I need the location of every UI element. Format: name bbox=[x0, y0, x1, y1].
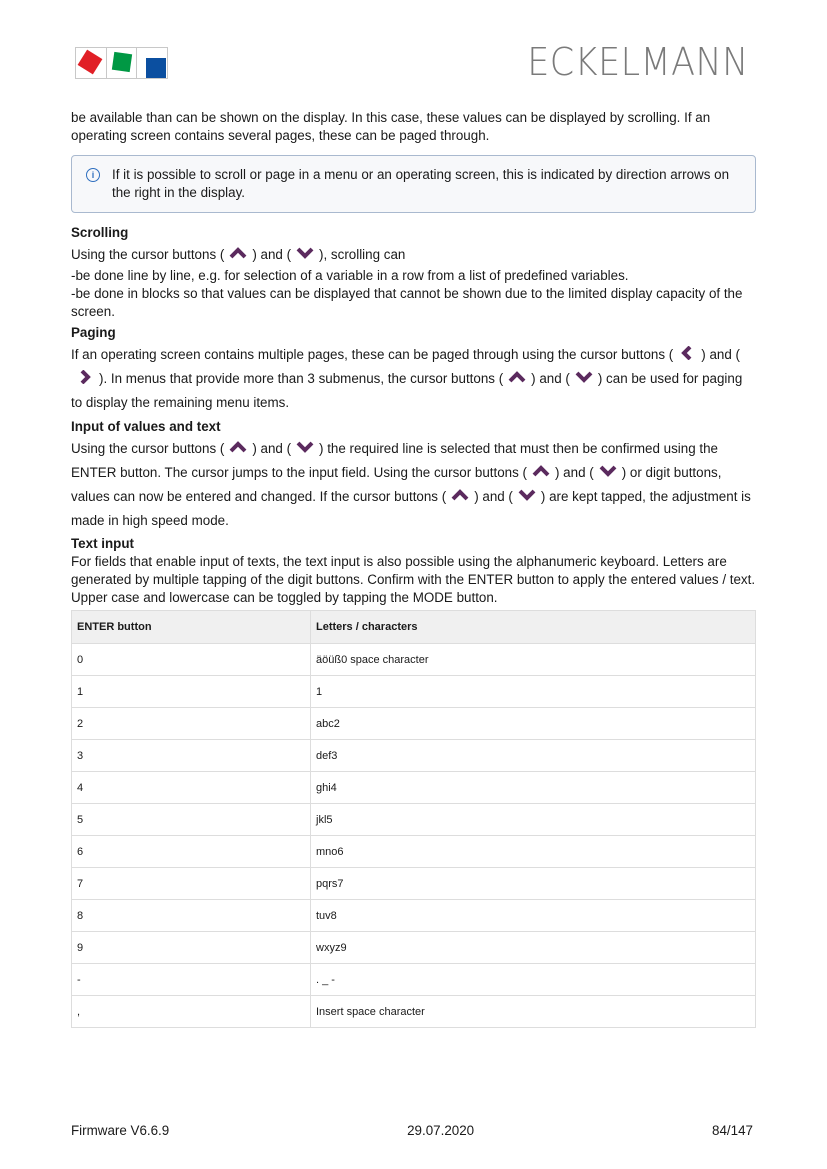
paging-paragraph: If an operating screen contains multiple… bbox=[71, 343, 756, 415]
cell-enter-button: 5 bbox=[71, 803, 311, 836]
table-row: 0 äöüß0 space character bbox=[71, 643, 756, 676]
footer-date: 29.07.2020 bbox=[407, 1123, 475, 1138]
heading-text-input: Text input bbox=[71, 536, 134, 551]
arrow-right-icon bbox=[74, 368, 96, 386]
arrow-up-icon bbox=[227, 244, 249, 262]
text-input-paragraph: For fields that enable input of texts, t… bbox=[71, 554, 756, 605]
cell-characters: 1 bbox=[310, 675, 756, 708]
input-paragraph: Using the cursor buttons () and () the r… bbox=[71, 437, 756, 533]
cell-enter-button: - bbox=[71, 963, 311, 996]
text: ) and ( bbox=[531, 371, 570, 386]
cell-enter-button: 4 bbox=[71, 771, 311, 804]
arrow-up-icon bbox=[449, 486, 471, 504]
text: Using the cursor buttons ( bbox=[71, 247, 225, 262]
table-row: 6 mno6 bbox=[71, 835, 756, 868]
heading-input-values: Input of values and text bbox=[71, 419, 221, 434]
scrolling-line-2: -be done line by line, e.g. for selectio… bbox=[71, 268, 629, 283]
character-table: ENTER button Letters / characters 0 äöüß0… bbox=[71, 610, 756, 1028]
cell-characters: äöüß0 space character bbox=[310, 643, 756, 676]
company-logo bbox=[75, 47, 168, 79]
text: ) bbox=[701, 347, 706, 362]
info-note: i If it is possible to scroll or page in… bbox=[71, 155, 756, 213]
text: ), scrolling can bbox=[319, 247, 406, 262]
text: ) and ( bbox=[474, 489, 513, 504]
cell-characters: jkl5 bbox=[310, 803, 756, 836]
intro-paragraph: be available than can be shown on the di… bbox=[71, 110, 711, 143]
logo-green-square bbox=[107, 48, 138, 78]
cell-enter-button: 2 bbox=[71, 707, 311, 740]
arrow-down-icon bbox=[573, 368, 595, 386]
arrow-down-icon bbox=[294, 438, 316, 456]
cell-characters: . _ - bbox=[310, 963, 756, 996]
text: If an operating screen contains multiple… bbox=[71, 347, 674, 362]
page-footer: Firmware V6.6.9 29.07.2020 84/147 bbox=[71, 1123, 753, 1138]
text: and ( bbox=[709, 347, 740, 362]
cell-enter-button: , bbox=[71, 995, 311, 1028]
cell-characters: mno6 bbox=[310, 835, 756, 868]
arrow-down-icon bbox=[516, 486, 538, 504]
table-row: -. _ - bbox=[71, 963, 756, 996]
arrow-up-icon bbox=[530, 462, 552, 480]
heading-scrolling: Scrolling bbox=[71, 225, 129, 240]
info-icon: i bbox=[86, 168, 100, 182]
cell-enter-button: 0 bbox=[71, 643, 311, 676]
scrolling-line-3: -be done in blocks so that values can be… bbox=[71, 286, 743, 319]
cell-characters: pqrs7 bbox=[310, 867, 756, 900]
scrolling-line-1: Using the cursor buttons ( ) and ( ), scro… bbox=[71, 243, 756, 267]
logo-red-square bbox=[76, 48, 107, 78]
cell-characters: tuv8 bbox=[310, 899, 756, 932]
text: ). In menus that provide more than 3 sub… bbox=[99, 371, 504, 386]
cell-enter-button: 9 bbox=[71, 931, 311, 964]
table-row: 7 pqrs7 bbox=[71, 867, 756, 900]
column-header: ENTER button bbox=[71, 610, 311, 644]
cell-enter-button: 7 bbox=[71, 867, 311, 900]
text: ) and ( bbox=[555, 465, 594, 480]
cell-enter-button: 1 bbox=[71, 675, 311, 708]
table-row: 2 abc2 bbox=[71, 707, 756, 740]
column-header: Letters / characters bbox=[310, 610, 756, 644]
heading-paging: Paging bbox=[71, 325, 116, 340]
text: Using the cursor buttons ( bbox=[71, 441, 225, 456]
table-row: 5 jkl5 bbox=[71, 803, 756, 836]
table-row: 4 ghi4 bbox=[71, 771, 756, 804]
table-row: 11 bbox=[71, 675, 756, 708]
logo-blue-square bbox=[137, 48, 167, 78]
cell-characters: abc2 bbox=[310, 707, 756, 740]
table-row: 8 tuv8 bbox=[71, 899, 756, 932]
footer-firmware: Firmware V6.6.9 bbox=[71, 1123, 170, 1138]
cell-characters: Insert space character bbox=[310, 995, 756, 1028]
text: ) and ( bbox=[252, 441, 292, 456]
cell-characters: def3 bbox=[310, 739, 756, 772]
info-note-text: If it is possible to scroll or page in a… bbox=[112, 167, 730, 200]
table-row: 3 def3 bbox=[71, 739, 756, 772]
cell-enter-button: 3 bbox=[71, 739, 311, 772]
cell-characters: wxyz9 bbox=[310, 931, 756, 964]
brand-wordmark: ECKELMANN bbox=[527, 40, 749, 84]
arrow-up-icon bbox=[227, 438, 249, 456]
arrow-down-icon bbox=[294, 244, 316, 262]
footer-page-number: 84/147 bbox=[712, 1123, 753, 1138]
cell-characters: ghi4 bbox=[310, 771, 756, 804]
page-content: be available than can be shown on the di… bbox=[71, 109, 756, 1028]
arrow-up-icon bbox=[506, 368, 528, 386]
text: ) and ( bbox=[252, 247, 292, 262]
table-header-row: ENTER button Letters / characters bbox=[71, 610, 756, 644]
arrow-down-icon bbox=[597, 462, 619, 480]
cell-enter-button: 8 bbox=[71, 899, 311, 932]
arrow-left-icon bbox=[676, 344, 698, 362]
table-row: , Insert space character bbox=[71, 995, 756, 1028]
cell-enter-button: 6 bbox=[71, 835, 311, 868]
table-row: 9 wxyz9 bbox=[71, 931, 756, 964]
